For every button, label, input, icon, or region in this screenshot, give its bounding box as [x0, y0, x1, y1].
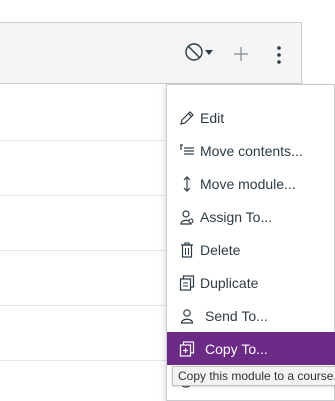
menu-item-move-contents[interactable]: Move contents...	[167, 134, 335, 167]
kebab-vertical-icon	[270, 46, 288, 70]
menu-item-assign-to[interactable]: Assign To...	[167, 200, 335, 233]
pencil-icon	[178, 109, 196, 127]
duplicate-icon	[178, 274, 196, 292]
menu-item-send-to[interactable]: Send To...	[167, 299, 335, 332]
plus-icon	[231, 47, 251, 68]
modules-page: Edit Move contents... Move module... Ass…	[0, 0, 335, 401]
menu-item-label: Assign To...	[200, 208, 273, 225]
row-divider	[0, 305, 168, 306]
menu-item-delete[interactable]: Delete	[167, 233, 335, 266]
copy-to-icon	[178, 340, 196, 358]
add-item-button[interactable]	[231, 44, 251, 64]
tooltip-text: Copy this module to a course.	[178, 369, 335, 383]
unpublished-circle-slash-icon	[184, 42, 204, 67]
menu-item-edit[interactable]: Edit	[167, 101, 335, 134]
move-contents-icon	[178, 142, 196, 160]
menu-item-copy-to[interactable]: Copy To...	[167, 332, 335, 365]
menu-item-label: Edit	[200, 109, 225, 126]
row-divider	[0, 195, 168, 196]
row-divider	[0, 140, 168, 141]
caret-down-icon	[204, 42, 214, 67]
module-options-button[interactable]	[270, 44, 288, 66]
menu-item-label: Duplicate	[200, 274, 259, 291]
row-divider	[0, 250, 168, 251]
menu-item-label: Send To...	[205, 307, 268, 324]
menu-item-duplicate[interactable]: Duplicate	[167, 266, 335, 299]
trash-icon	[178, 241, 196, 259]
assign-user-icon	[178, 208, 196, 226]
module-header	[0, 22, 302, 84]
menu-item-label: Move module...	[200, 175, 296, 192]
menu-item-label: Move contents...	[200, 142, 303, 159]
copy-to-tooltip: Copy this module to a course.	[172, 366, 335, 386]
send-user-icon	[178, 307, 196, 325]
row-divider	[0, 360, 168, 361]
publish-toggle-button[interactable]	[184, 42, 218, 67]
menu-item-label: Copy To...	[205, 340, 268, 357]
module-options-menu: Edit Move contents... Move module... Ass…	[166, 84, 335, 401]
menu-item-move-module[interactable]: Move module...	[167, 167, 335, 200]
menu-item-label: Delete	[200, 241, 241, 258]
move-vertical-icon	[178, 175, 196, 193]
